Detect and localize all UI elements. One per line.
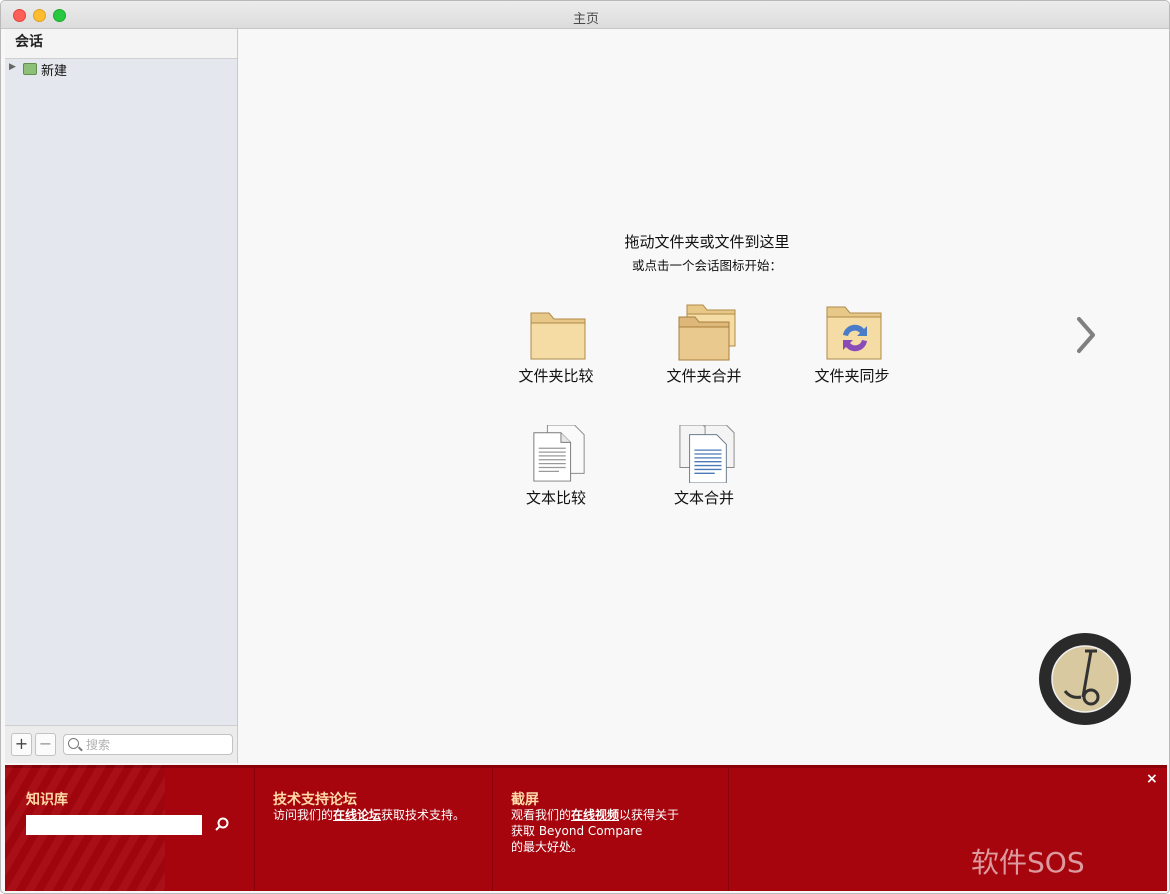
window-title: 主页 bbox=[572, 12, 599, 27]
session-text-merge[interactable]: 文本合并 bbox=[649, 425, 759, 515]
forum-text-before: 访问我们的 bbox=[273, 808, 334, 822]
search-icon[interactable] bbox=[215, 817, 229, 831]
info-bar: 知识库 技术支持论坛 访问我们的在线论坛获取技术支持。 截屏 观看我们的在线视频… bbox=[5, 765, 1167, 891]
watermark-logo: 软件SOS bbox=[971, 846, 1085, 879]
folder-compare-icon bbox=[530, 312, 586, 360]
folder-merge-icon bbox=[678, 304, 736, 361]
session-label: 文件夹同步 bbox=[814, 367, 890, 385]
session-label: 文本比较 bbox=[525, 489, 586, 507]
folder-sync-icon bbox=[826, 306, 882, 360]
quality-seal-icon bbox=[1039, 633, 1131, 725]
screencast-section: 截屏 观看我们的在线视频以获得关于 获取 Beyond Compare 的最大好… bbox=[493, 765, 729, 891]
session-folder-icon bbox=[23, 63, 37, 75]
sessions-sidebar: 会话 ▶ 新建 + − bbox=[5, 29, 238, 763]
drop-hint-title: 拖动文件夹或文件到这里 bbox=[624, 233, 790, 251]
knowledge-base-section: 知识库 bbox=[5, 765, 255, 891]
forum-text: 访问我们的在线论坛获取技术支持。 bbox=[273, 807, 473, 823]
video-link[interactable]: 在线视频 bbox=[571, 808, 619, 822]
session-label: 文本合并 bbox=[673, 489, 734, 507]
screencast-line-3: 的最大好处。 bbox=[511, 840, 584, 854]
screencast-text-after: 以获得关于 bbox=[619, 808, 680, 822]
close-info-bar-button[interactable]: × bbox=[1146, 771, 1158, 787]
chevron-right-icon[interactable] bbox=[1073, 315, 1099, 355]
knowledge-base-search-input[interactable] bbox=[26, 815, 202, 835]
screencast-heading: 截屏 bbox=[511, 792, 539, 808]
title-bar: 主页 bbox=[1, 1, 1169, 29]
sidebar-header: 会话 bbox=[5, 29, 237, 59]
text-compare-icon bbox=[533, 425, 585, 482]
screencast-text-before: 观看我们的 bbox=[511, 808, 572, 822]
session-label: 文件夹比较 bbox=[518, 367, 594, 385]
app-window: 主页 会话 ▶ 新建 + − 拖动文件夹或文件到这里 或点击一个会话图标开始： … bbox=[0, 0, 1170, 894]
session-search-input[interactable] bbox=[86, 736, 226, 753]
tree-item-new[interactable]: ▶ 新建 bbox=[5, 60, 237, 79]
forum-section: 技术支持论坛 访问我们的在线论坛获取技术支持。 bbox=[255, 765, 493, 891]
remove-session-button[interactable]: − bbox=[35, 733, 56, 756]
knowledge-base-heading: 知识库 bbox=[26, 792, 68, 808]
search-icon bbox=[68, 738, 79, 749]
drop-hint-subtitle: 或点击一个会话图标开始： bbox=[631, 258, 782, 273]
session-text-compare[interactable]: 文本比较 bbox=[501, 425, 611, 515]
sidebar-footer: + − bbox=[5, 725, 237, 763]
screencast-text: 观看我们的在线视频以获得关于 获取 Beyond Compare 的最大好处。 bbox=[511, 807, 721, 855]
session-label: 文件夹合并 bbox=[666, 367, 742, 385]
forum-heading: 技术支持论坛 bbox=[273, 792, 357, 808]
disclosure-triangle-icon[interactable]: ▶ bbox=[9, 62, 16, 72]
session-folder-compare[interactable]: 文件夹比较 bbox=[501, 303, 611, 393]
forum-text-after: 获取技术支持。 bbox=[381, 808, 466, 822]
tree-item-label: 新建 bbox=[41, 64, 68, 79]
session-folder-merge[interactable]: 文件夹合并 bbox=[649, 303, 759, 393]
screencast-line-2: 获取 Beyond Compare bbox=[511, 824, 643, 838]
session-search[interactable] bbox=[63, 734, 233, 755]
text-merge-icon bbox=[679, 425, 735, 483]
add-session-button[interactable]: + bbox=[11, 733, 32, 756]
session-folder-sync[interactable]: 文件夹同步 bbox=[797, 303, 907, 393]
forum-link[interactable]: 在线论坛 bbox=[333, 808, 381, 822]
home-panel: 拖动文件夹或文件到这里 或点击一个会话图标开始： 文件夹比较 文件夹合并 文件夹… bbox=[239, 29, 1169, 763]
